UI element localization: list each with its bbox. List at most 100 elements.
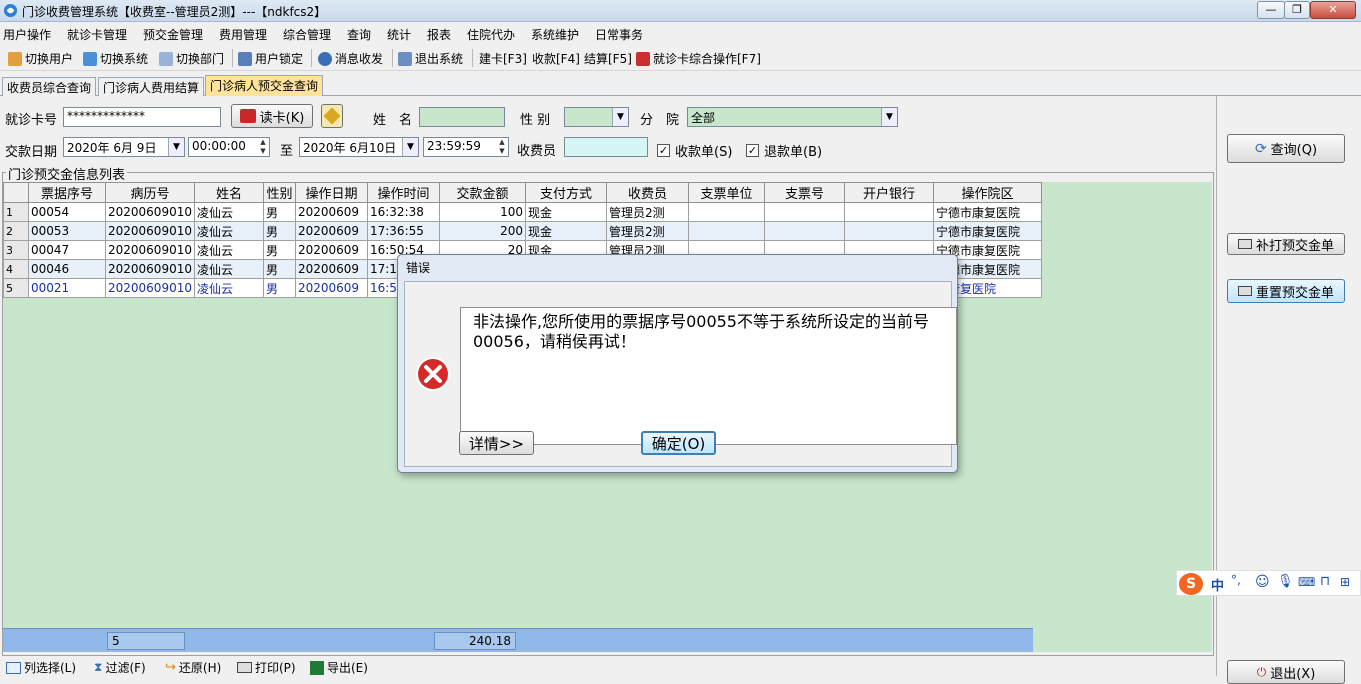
switch-dept-button[interactable]: 切换部门	[159, 50, 224, 67]
menu-user-ops[interactable]: 用户操作	[3, 26, 51, 43]
user-lock-button[interactable]: 用户锁定	[238, 50, 303, 67]
name-input[interactable]	[419, 107, 505, 127]
pay-date-label: 交款日期	[5, 145, 58, 160]
column-header[interactable]: 支票单位	[687, 182, 765, 203]
gender-select[interactable]: ▼	[564, 107, 629, 127]
power-icon: ⏻	[1256, 664, 1267, 679]
ime-language[interactable]: 中	[1211, 575, 1224, 594]
table-cell: 00054	[28, 202, 106, 222]
query-button[interactable]: ⟳ 查询(Q)	[1227, 134, 1345, 163]
switch-user-button[interactable]: 切换用户	[8, 50, 73, 67]
column-header[interactable]: 支付方式	[524, 182, 607, 203]
ime-punctuation[interactable]: °,	[1231, 573, 1241, 587]
menu-system-maintenance[interactable]: 系统维护	[531, 26, 579, 43]
microphone-icon[interactable]: 🎙	[1277, 574, 1294, 589]
chevron-down-icon: ▼	[168, 138, 184, 156]
exit-icon	[398, 51, 412, 66]
emoji-icon[interactable]: ☺	[1255, 574, 1270, 590]
reprint-deposit-button[interactable]: 补打预交金单	[1227, 233, 1345, 255]
receipt-checkbox[interactable]: ✓ 收款单(S)	[657, 141, 732, 160]
table-row[interactable]: 1 00054 20200609010 凌仙云男 20200609 16:32:38 100…	[3, 202, 1042, 222]
menu-fee-manage[interactable]: 费用管理	[219, 26, 267, 43]
create-card-button[interactable]: 建卡[F3]	[479, 50, 527, 67]
switch-system-button[interactable]: 切换系统	[83, 50, 148, 67]
table-cell: 凌仙云	[193, 221, 264, 241]
charge-button[interactable]: 收款[F4]	[532, 50, 580, 67]
spinner-icon[interactable]: ▲ ▼	[257, 138, 269, 156]
column-header[interactable]: 操作时间	[366, 182, 440, 203]
tab-fee-settlement[interactable]: 门诊病人费用结算	[98, 77, 204, 96]
export-button[interactable]: 导出(E)	[310, 659, 368, 676]
column-header[interactable]: 票据序号	[28, 182, 106, 203]
refund-checkbox[interactable]: ✓ 退款单(B)	[746, 141, 822, 160]
sogou-logo-icon[interactable]: S	[1179, 573, 1203, 595]
table-cell: 20200609010	[105, 259, 195, 279]
branch-select[interactable]: 全部 ▼	[687, 107, 898, 127]
grid-header-row: 票据序号 病历号 姓名 性别 操作日期 操作时间 交款金额 支付方式 收费员 支…	[3, 182, 1042, 203]
spinner-icon[interactable]: ▲ ▼	[496, 138, 508, 156]
table-cell: 00047	[28, 240, 106, 260]
menu-general-manage[interactable]: 综合管理	[283, 26, 331, 43]
read-card-button[interactable]: 读卡(K)	[231, 104, 313, 128]
reset-deposit-button[interactable]: 重置预交金单	[1227, 279, 1345, 303]
print-button[interactable]: 打印(P)	[237, 659, 296, 676]
column-header[interactable]: 姓名	[193, 182, 264, 203]
menu-statistics[interactable]: 统计	[387, 26, 411, 43]
column-header[interactable]: 支票号	[763, 182, 845, 203]
minimize-button[interactable]: —	[1257, 1, 1285, 19]
broom-icon	[323, 107, 341, 125]
filter-button[interactable]: ⧗ 过滤(F)	[94, 659, 146, 676]
column-header[interactable]: 开户银行	[843, 182, 934, 203]
settle-button[interactable]: 结算[F5]	[584, 50, 632, 67]
card-number-input[interactable]: *************	[63, 107, 221, 127]
time-to-input[interactable]: 23:59:59 ▲ ▼	[423, 137, 509, 157]
menu-deposit-manage[interactable]: 预交金管理	[143, 26, 203, 43]
table-cell: 宁德市康复医院	[932, 202, 1042, 222]
table-row[interactable]: 2 00053 20200609010 凌仙云男 20200609 17:36:55 200…	[3, 221, 1042, 241]
keyboard-icon[interactable]: ⌨	[1298, 575, 1315, 589]
cashier-input[interactable]	[564, 137, 648, 157]
maximize-button[interactable]: ❐	[1284, 1, 1310, 19]
menu-inpatient-agent[interactable]: 住院代办	[467, 26, 515, 43]
table-cell: 20200609010	[105, 240, 195, 260]
table-cell: 男	[262, 240, 296, 260]
tab-cashier-query[interactable]: 收费员综合查询	[2, 77, 96, 96]
restore-button[interactable]: ↪ 还原(H)	[165, 659, 221, 676]
gender-label: 性 别	[520, 113, 551, 128]
column-header[interactable]: 性别	[262, 182, 296, 203]
message-button[interactable]: 消息收发	[318, 50, 383, 67]
table-cell	[763, 202, 845, 222]
skin-icon[interactable]: ⊓	[1320, 574, 1330, 589]
column-header[interactable]: 交款金额	[438, 182, 526, 203]
exit-system-button[interactable]: 退出系统	[398, 50, 463, 67]
cashier-label: 收费员	[517, 144, 557, 159]
switch-dept-label: 切换部门	[176, 52, 225, 66]
reset-label: 重置预交金单	[1255, 285, 1334, 301]
menu-daily-affairs[interactable]: 日常事务	[595, 26, 643, 43]
exit-button[interactable]: ⏻ 退出(X)	[1227, 660, 1345, 684]
department-icon	[159, 51, 173, 66]
date-to-picker[interactable]: 2020年 6月10日 ▼	[299, 137, 419, 157]
column-header[interactable]: 操作院区	[932, 182, 1042, 203]
column-header[interactable]: 操作日期	[294, 182, 368, 203]
date-from-picker[interactable]: 2020年 6月 9日 ▼	[63, 137, 185, 157]
column-header[interactable]: 病历号	[105, 182, 195, 203]
tab-deposit-query[interactable]: 门诊病人预交金查询	[205, 75, 323, 96]
exit-system-label: 退出系统	[415, 52, 464, 66]
close-button[interactable]: ✕	[1310, 1, 1356, 19]
clear-button[interactable]	[321, 104, 343, 128]
menu-query[interactable]: 查询	[347, 26, 371, 43]
column-header[interactable]: 收费员	[605, 182, 689, 203]
toolbar-separator	[232, 49, 233, 67]
ok-button[interactable]: 确定(O)	[641, 431, 716, 455]
window-title: 门诊收费管理系统【收费室--管理员2测】---【ndkfcs2】	[22, 5, 327, 19]
card-ops-button[interactable]: 就诊卡综合操作[F7]	[636, 50, 761, 67]
grid-menu-icon[interactable]: ⊞	[1340, 575, 1350, 589]
menu-card-manage[interactable]: 就诊卡管理	[67, 26, 127, 43]
details-button[interactable]: 详情>>	[459, 431, 534, 455]
checkmark-icon: ✓	[657, 144, 670, 157]
title-bar: 门诊收费管理系统【收费室--管理员2测】---【ndkfcs2】 — ❐ ✕	[0, 0, 1361, 22]
menu-reports[interactable]: 报表	[427, 26, 451, 43]
time-from-input[interactable]: 00:00:00 ▲ ▼	[188, 137, 270, 157]
column-select-button[interactable]: 列选择(L)	[6, 659, 76, 676]
